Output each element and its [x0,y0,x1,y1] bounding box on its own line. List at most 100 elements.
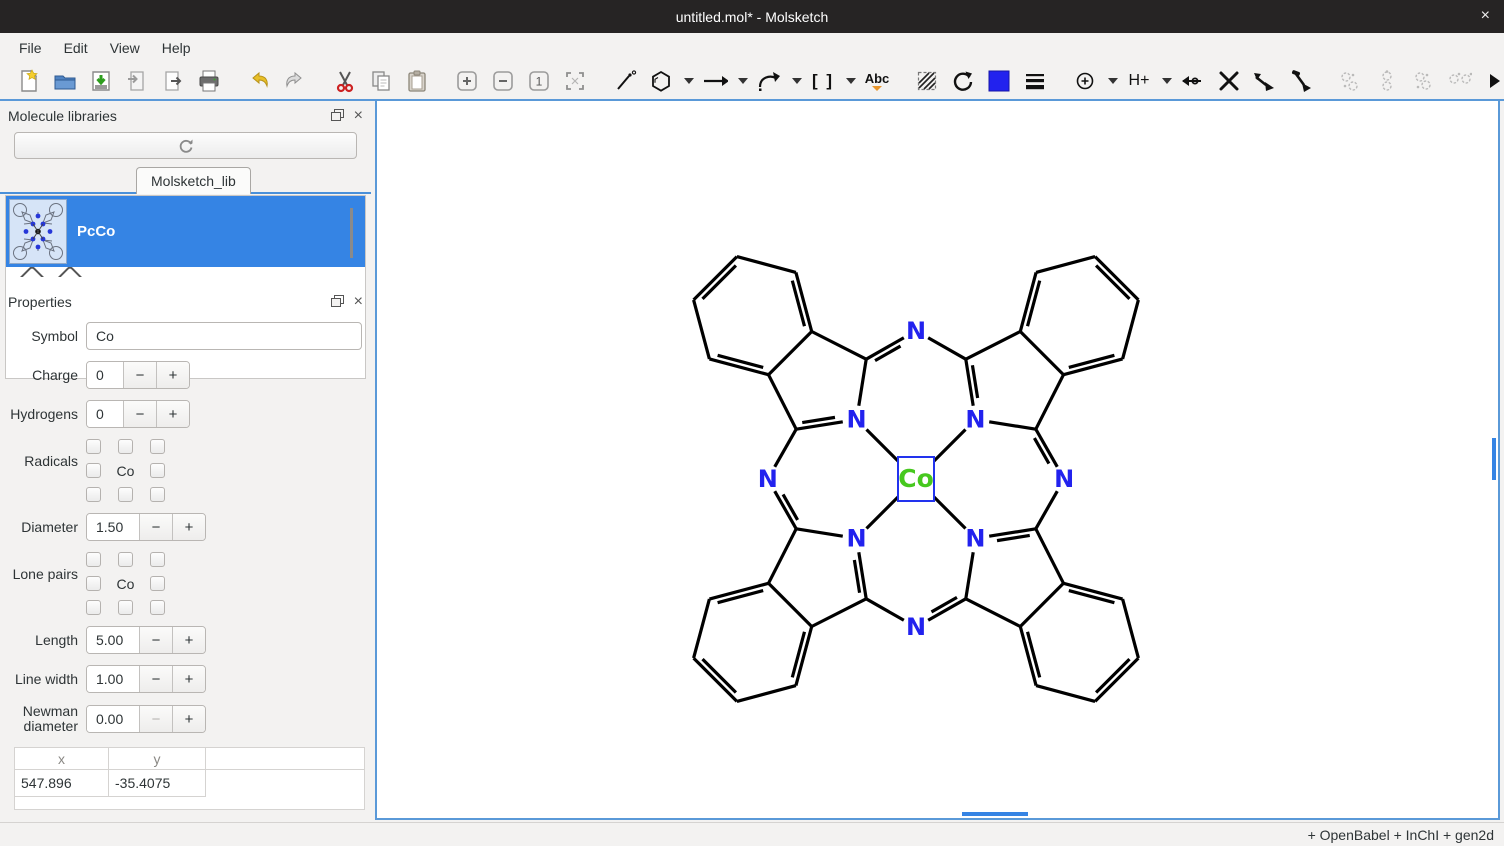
new-document-button[interactable] [16,68,42,94]
list-item-pcco[interactable]: PcCo [6,196,365,267]
float-panel-icon[interactable] [331,109,344,124]
title-bar: untitled.mol* - Molsketch × [0,0,1504,33]
toolbar-overflow-button[interactable] [1482,68,1504,94]
lone-pair-checkbox[interactable] [118,552,133,567]
mechanism-arrow-button[interactable] [756,68,782,94]
hatch-fill-button[interactable] [914,68,940,94]
delete-tool-button[interactable] [1216,68,1242,94]
lone-pair-checkbox[interactable] [150,600,165,615]
diameter-value[interactable]: 1.50 [87,514,139,540]
paste-button[interactable] [404,68,430,94]
canvas-hscrollbar-thumb[interactable] [962,812,1028,816]
undo-button[interactable] [246,68,272,94]
charge-tool-dropdown[interactable] [1108,78,1118,84]
length-increment-button[interactable]: + [172,627,205,653]
line-width-decrement-button[interactable]: − [139,666,172,692]
radical-checkbox[interactable] [86,487,101,502]
coord-x-cell[interactable]: 547.896 [15,770,109,797]
radical-checkbox[interactable] [150,463,165,478]
menu-file[interactable]: File [8,36,53,60]
cut-button[interactable] [332,68,358,94]
library-list-scrollbar[interactable] [350,208,353,258]
canvas-vscrollbar-thumb[interactable] [1492,438,1496,480]
redo-button[interactable] [282,68,308,94]
length-decrement-button[interactable]: − [139,627,172,653]
coord-y-cell[interactable]: -35.4075 [109,770,206,797]
radical-checkbox[interactable] [150,487,165,502]
lone-pair-checkbox[interactable] [150,576,165,591]
hydrogens-increment-button[interactable]: + [156,401,189,427]
hydrogens-decrement-button[interactable]: − [123,401,156,427]
lone-pair-checkbox[interactable] [118,600,133,615]
length-value[interactable]: 5.00 [87,627,139,653]
newman-diameter-value[interactable]: 0.00 [87,706,139,732]
ring-tool-button[interactable] [648,68,674,94]
charge-value[interactable]: 0 [87,362,123,388]
radical-checkbox[interactable] [150,439,165,454]
bracket-tool-button[interactable]: [ ] [810,68,836,94]
list-item-partial[interactable] [6,267,365,277]
hydrogen-tool-button[interactable]: H+ [1126,68,1152,94]
diameter-decrement-button[interactable]: − [139,514,172,540]
line-width-increment-button[interactable]: + [172,666,205,692]
reaction-arrow-button[interactable] [702,68,728,94]
zoom-original-button[interactable]: 1 [526,68,552,94]
save-button[interactable] [88,68,114,94]
align-tool-3-button[interactable] [1410,68,1436,94]
menu-view[interactable]: View [99,36,151,60]
newman-increment-button[interactable]: + [172,706,205,732]
reaction-arrow-dropdown[interactable] [738,78,748,84]
mechanism-arrow-dropdown[interactable] [792,78,802,84]
window-close-button[interactable]: × [1481,7,1490,25]
refresh-libraries-button[interactable] [14,132,357,159]
coords-header-y[interactable]: y [109,748,206,769]
text-tool-button[interactable]: Abc [864,68,890,94]
hydrogens-value[interactable]: 0 [87,401,123,427]
ring-tool-dropdown[interactable] [684,78,694,84]
open-button[interactable] [52,68,78,94]
symbol-input[interactable]: Co [86,322,362,350]
drawing-canvas[interactable]: CoNNNNNNNN [375,101,1500,820]
zoom-fit-button[interactable] [562,68,588,94]
align-tool-2-button[interactable] [1374,68,1400,94]
radical-checkbox[interactable] [118,439,133,454]
flip-vertical-button[interactable] [1288,68,1314,94]
close-panel-icon[interactable]: × [354,107,363,125]
color-swatch-button[interactable] [986,68,1012,94]
charge-decrement-button[interactable]: − [123,362,156,388]
rotate-tool-button[interactable] [950,68,976,94]
hydrogen-tool-dropdown[interactable] [1162,78,1172,84]
radical-checkbox[interactable] [118,487,133,502]
lone-pair-checkbox[interactable] [86,576,101,591]
menu-help[interactable]: Help [151,36,202,60]
print-button[interactable] [196,68,222,94]
copy-button[interactable] [368,68,394,94]
newman-decrement-button[interactable]: − [139,706,172,732]
save-as-button[interactable] [124,68,150,94]
menu-edit[interactable]: Edit [53,36,99,60]
charge-increment-button[interactable]: + [156,362,189,388]
zoom-out-button[interactable] [490,68,516,94]
zoom-in-button[interactable] [454,68,480,94]
connect-tool-button[interactable] [1180,68,1206,94]
lone-pair-checkbox[interactable] [150,552,165,567]
float-panel-icon[interactable] [331,295,344,310]
line-width-value[interactable]: 1.00 [87,666,139,692]
coords-header-x[interactable]: x [15,748,109,769]
draw-tool-button[interactable] [612,68,638,94]
charge-tool-button[interactable] [1072,68,1098,94]
flip-horizontal-button[interactable] [1252,68,1278,94]
lone-pair-checkbox[interactable] [86,600,101,615]
close-panel-icon[interactable]: × [354,293,363,311]
molecule-structure[interactable]: CoNNNNNNNN [377,101,1498,816]
line-width-button[interactable] [1022,68,1048,94]
export-button[interactable] [160,68,186,94]
radical-checkbox[interactable] [86,439,101,454]
radical-checkbox[interactable] [86,463,101,478]
tab-molsketch-lib[interactable]: Molsketch_lib [136,167,251,194]
diameter-increment-button[interactable]: + [172,514,205,540]
align-tool-1-button[interactable] [1338,68,1364,94]
bracket-tool-dropdown[interactable] [846,78,856,84]
align-tool-4-button[interactable] [1446,68,1472,94]
lone-pair-checkbox[interactable] [86,552,101,567]
